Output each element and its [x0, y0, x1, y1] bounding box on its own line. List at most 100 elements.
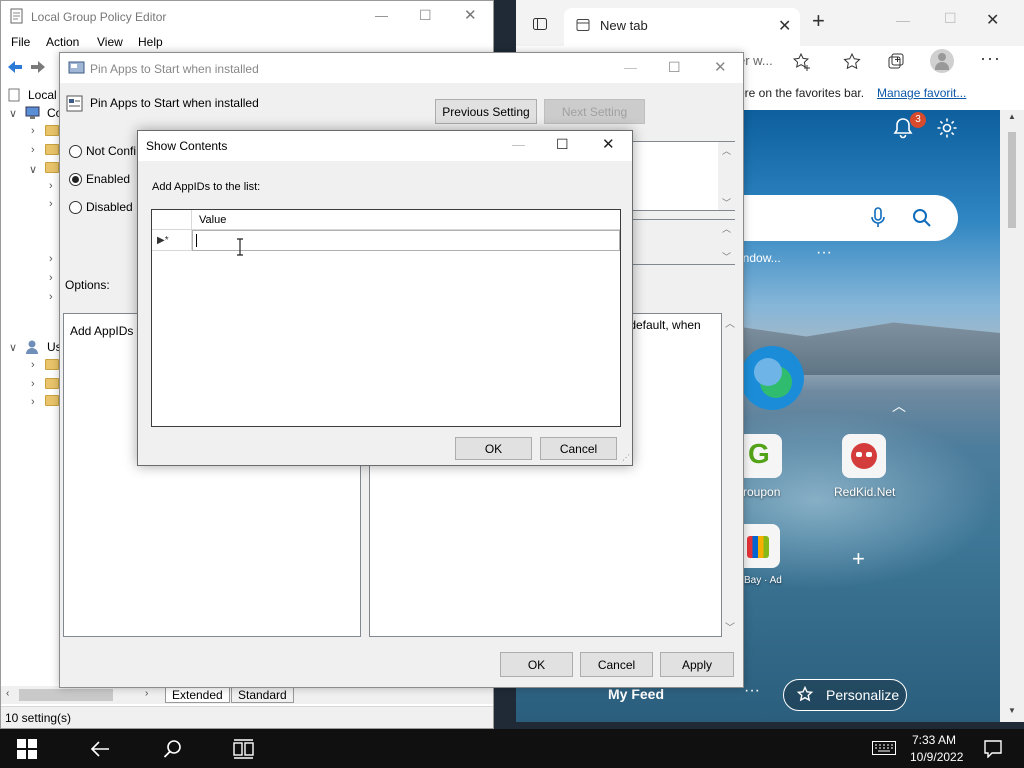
ok-button[interactable]: OK [500, 652, 573, 677]
menu-view[interactable]: View [97, 35, 123, 49]
setting-maximize-icon[interactable]: ☐ [668, 59, 681, 76]
value-column-header[interactable]: Value [192, 210, 620, 230]
tree-horizontal-scrollbar[interactable]: ‹ › [1, 686, 161, 704]
new-tab-plus-icon[interactable]: + [812, 10, 825, 32]
show-contents-cancel-button[interactable]: Cancel [540, 437, 617, 460]
tab-standard[interactable]: Standard [231, 687, 294, 703]
tab-extended[interactable]: Extended [165, 687, 230, 703]
folder-icon[interactable] [45, 144, 59, 155]
user-config-icon [26, 340, 38, 354]
ebay-bag-icon [747, 536, 769, 558]
quick-link-tile-redkid[interactable] [842, 434, 886, 478]
gpe-title: Local Group Policy Editor [31, 10, 167, 24]
web-search-box[interactable] [722, 195, 958, 241]
my-feed-tab[interactable]: My Feed [608, 686, 664, 702]
tile-label-redkid: RedKid.Net [834, 485, 896, 499]
collapse-chevron-up-icon[interactable]: ︿ [892, 396, 906, 416]
gpe-minimize-icon[interactable]: — [375, 8, 388, 23]
taskbar: 7:33 AM 10/9/2022 [0, 729, 1024, 768]
page-scrollbar[interactable]: ▲ ▼ [1000, 110, 1024, 722]
show-contents-ok-button[interactable]: OK [455, 437, 532, 460]
menu-action[interactable]: Action [46, 35, 79, 49]
add-quick-link-plus-icon[interactable]: + [852, 546, 865, 572]
voice-search-mic-icon[interactable] [870, 207, 886, 229]
profile-avatar[interactable] [930, 49, 954, 73]
radio-disabled-label: Disabled [86, 200, 133, 214]
add-favorite-icon[interactable] [792, 52, 812, 72]
news-snippet: indow... [740, 251, 781, 265]
clock-date[interactable]: 10/9/2022 [910, 750, 963, 764]
gpe-maximize-icon[interactable]: ☐ [419, 7, 432, 24]
favorites-bar-hint: ere on the favorites bar. [738, 86, 865, 100]
value-cell-input[interactable] [192, 230, 620, 251]
radio-enabled[interactable] [69, 173, 82, 186]
radio-not-configured[interactable] [69, 145, 82, 158]
policy-setting-icon [68, 61, 85, 74]
notification-center-icon[interactable] [984, 740, 1002, 758]
radio-disabled[interactable] [69, 201, 82, 214]
page-settings-gear-icon[interactable] [936, 117, 958, 139]
search-icon[interactable] [912, 208, 932, 228]
gpe-tree-pane: Local ∨ Co › › ∨ › › › › › ∨ Us › › › [1, 83, 62, 685]
personalize-pencil-icon [796, 686, 814, 702]
previous-setting-button[interactable]: Previous Setting [435, 99, 537, 124]
personalize-button[interactable]: Personalize [783, 679, 907, 711]
setting-dialog-title: Pin Apps to Start when installed [90, 62, 259, 76]
folder-icon[interactable] [45, 378, 59, 389]
search-taskbar-icon[interactable] [163, 739, 183, 759]
setting-close-icon[interactable]: ✕ [714, 58, 727, 76]
forward-arrow-icon[interactable] [29, 59, 47, 75]
keyboard-icon[interactable] [872, 741, 896, 755]
menu-file[interactable]: File [11, 35, 30, 49]
help-scrollbar[interactable]: ︿ ﹀ [722, 313, 739, 637]
clock-time[interactable]: 7:33 AM [912, 733, 956, 747]
start-windows-icon[interactable] [17, 739, 37, 759]
radio-enabled-label: Enabled [86, 172, 131, 186]
show-contents-minimize-icon[interactable]: — [512, 137, 525, 152]
show-contents-dialog: Show Contents — ☐ ✕ Add AppIDs to the li… [137, 130, 633, 466]
quick-link-tile-groupon[interactable]: G [738, 434, 782, 478]
list-prompt: Add AppIDs to the list: [152, 181, 261, 193]
show-contents-maximize-icon[interactable]: ☐ [556, 136, 569, 153]
folder-icon[interactable] [45, 395, 59, 406]
close-tab-icon[interactable]: ✕ [778, 16, 791, 36]
snippet-more-icon[interactable]: ··· [816, 244, 832, 262]
cancel-button[interactable]: Cancel [580, 652, 653, 677]
help-text: r default, when [622, 318, 701, 332]
new-tab-page-icon [576, 19, 590, 31]
grid-corner [152, 210, 192, 230]
favorites-icon[interactable] [842, 52, 862, 72]
resize-grip-icon[interactable]: ⋰ [622, 453, 630, 462]
folder-icon[interactable] [45, 162, 59, 173]
close-window-icon[interactable]: ✕ [986, 10, 999, 30]
menu-help[interactable]: Help [138, 35, 163, 49]
minimize-icon[interactable]: — [896, 12, 910, 28]
gpe-close-icon[interactable]: ✕ [464, 6, 477, 24]
tab-actions-icon[interactable] [532, 16, 548, 32]
back-icon[interactable] [90, 740, 110, 758]
setting-heading: Pin Apps to Start when installed [90, 96, 259, 110]
row-header[interactable]: ▶* [152, 230, 192, 251]
collections-icon[interactable] [886, 52, 906, 72]
manage-favorites-link[interactable]: Manage favorit... [877, 86, 966, 100]
show-contents-close-icon[interactable]: ✕ [602, 135, 615, 153]
apply-button[interactable]: Apply [660, 652, 734, 677]
local-computer-policy-icon [8, 88, 20, 102]
maximize-icon[interactable]: ☐ [944, 10, 957, 27]
tree-local-policy[interactable]: Local [28, 88, 57, 102]
next-setting-button[interactable]: Next Setting [544, 99, 645, 124]
tile-label-groupon: roupon [743, 485, 781, 499]
tile-label-ebay: Bay · Ad [744, 575, 782, 586]
tab-new-tab[interactable]: New tab ✕ [564, 8, 800, 46]
ibeam-cursor-icon [237, 238, 243, 256]
setting-heading-icon [66, 95, 83, 112]
folder-icon[interactable] [45, 359, 59, 370]
feed-more-icon[interactable]: ··· [744, 682, 760, 700]
gpe-title-bar: Local Group Policy Editor — ☐ ✕ [1, 1, 493, 31]
back-arrow-icon[interactable] [6, 59, 24, 75]
folder-icon[interactable] [45, 125, 59, 136]
settings-more-icon[interactable]: ··· [980, 48, 1001, 69]
setting-minimize-icon[interactable]: — [624, 60, 637, 75]
task-view-icon[interactable] [233, 739, 255, 759]
comment-textbox[interactable]: ︿ ﹀ [632, 141, 735, 211]
